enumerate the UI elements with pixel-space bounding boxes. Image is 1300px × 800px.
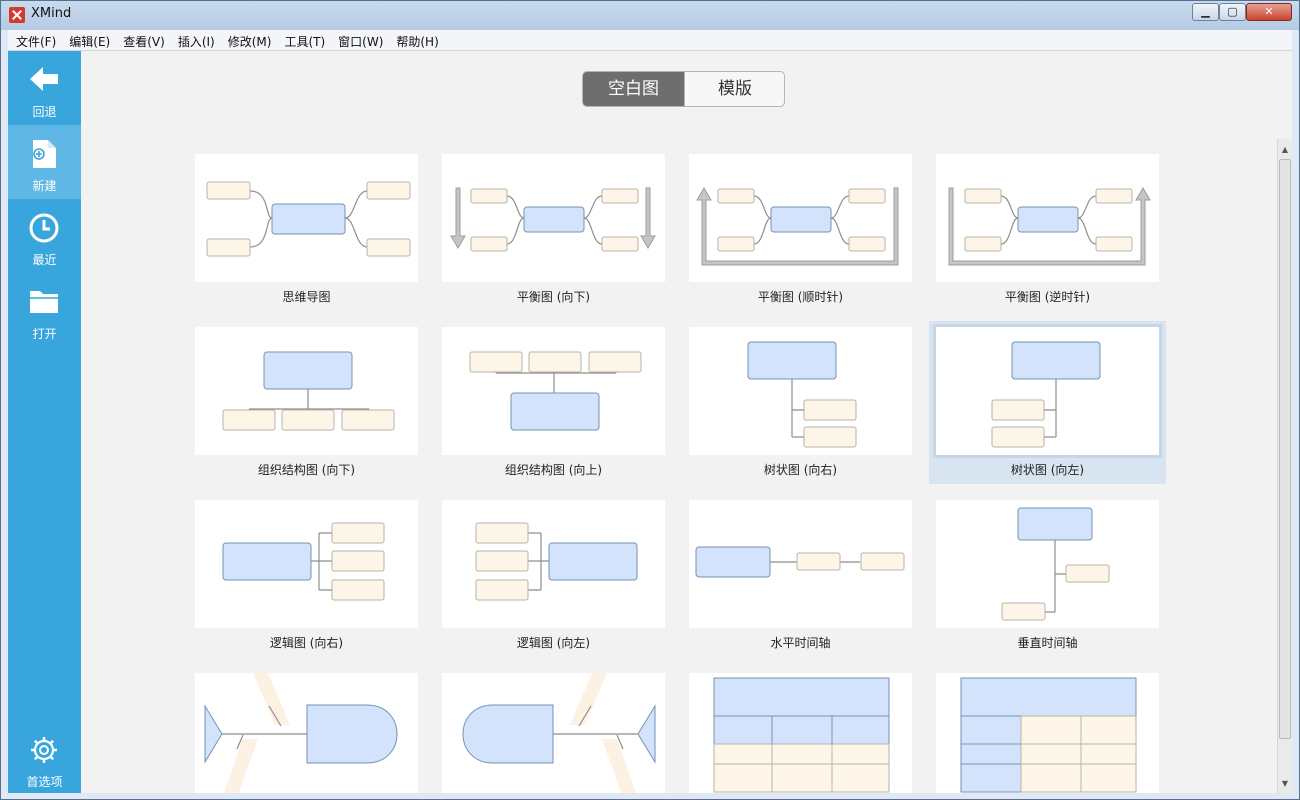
template-card-balance-cw[interactable]: 平衡图 (顺时针): [682, 148, 919, 311]
template-thumbnail: [442, 154, 665, 282]
template-thumbnail: [936, 673, 1159, 793]
menu-insert[interactable]: 插入(I): [170, 30, 220, 50]
template-card-logic-left[interactable]: 逻辑图 (向左): [435, 494, 672, 657]
template-card-org-up[interactable]: 组织结构图 (向上): [435, 321, 672, 484]
template-card-fishbone-right[interactable]: [188, 667, 425, 793]
template-label: 水平时间轴: [770, 636, 831, 650]
clock-icon: [29, 213, 59, 243]
menu-modify[interactable]: 修改(M): [220, 30, 277, 50]
template-label: 逻辑图 (向右): [269, 636, 344, 650]
template-preview-matrix-rows: [960, 677, 1137, 793]
template-preview-tree-right: [747, 341, 857, 448]
template-label: 垂直时间轴: [1017, 636, 1078, 650]
close-button[interactable]: ✕: [1246, 3, 1292, 21]
template-thumbnail: [689, 673, 912, 793]
menu-view[interactable]: 查看(V): [115, 30, 170, 50]
template-preview-timeline-h: [695, 546, 905, 578]
template-preview-matrix-columns: [713, 677, 890, 793]
template-card-balance-down[interactable]: 平衡图 (向下): [435, 148, 672, 311]
template-preview-fishbone-right: [204, 673, 398, 793]
sidebar-item-open[interactable]: 打开: [8, 273, 81, 347]
mode-switch: 空白图 模版: [582, 71, 785, 107]
scrollbar-thumb[interactable]: [1279, 159, 1291, 739]
template-label: 组织结构图 (向上): [504, 463, 603, 477]
sidebar-item-label: 打开: [32, 327, 57, 341]
template-card-balance-ccw[interactable]: 平衡图 (逆时针): [929, 148, 1166, 311]
menu-file[interactable]: 文件(F): [8, 30, 61, 50]
app-window: XMind ▁ ▢ ✕ 文件(F) 编辑(E) 查看(V) 插入(I) 修改(M) 工具(…: [0, 0, 1300, 800]
template-card-org-down[interactable]: 组织结构图 (向下): [188, 321, 425, 484]
scroll-up-icon[interactable]: ▲: [1280, 145, 1290, 154]
new-file-icon: [33, 140, 56, 168]
template-card-tree-right[interactable]: 树状图 (向右): [682, 321, 919, 484]
folder-icon: [30, 291, 58, 313]
template-thumbnail: [936, 500, 1159, 628]
template-preview-tree-left: [991, 341, 1101, 448]
template-thumbnail: [442, 327, 665, 455]
template-card-mindmap[interactable]: 思维导图: [188, 148, 425, 311]
sidebar: 回退 新建 最近 打开 首选项: [8, 51, 81, 793]
gear-icon: [31, 737, 57, 763]
template-preview-balance-down: [450, 187, 656, 252]
template-preview-mindmap: [206, 181, 411, 257]
template-thumbnail: [195, 327, 418, 455]
sidebar-item-recent[interactable]: 最近: [8, 199, 81, 273]
template-label: 树状图 (向右): [763, 463, 838, 477]
template-preview-balance-ccw: [948, 187, 1151, 266]
window-title: XMind: [31, 6, 72, 21]
tab-templates[interactable]: 模版: [684, 72, 784, 106]
template-thumbnail: [195, 500, 418, 628]
template-thumbnail: [936, 154, 1159, 282]
scroll-down-icon[interactable]: ▼: [1280, 779, 1290, 788]
template-label: 平衡图 (逆时针): [1004, 290, 1091, 304]
sidebar-item-label: 新建: [32, 179, 57, 193]
template-thumbnail: [195, 673, 418, 793]
menu-window[interactable]: 窗口(W): [330, 30, 388, 50]
back-arrow-icon: [30, 67, 58, 91]
template-card-matrix-rows[interactable]: [929, 667, 1166, 793]
template-label: 逻辑图 (向左): [516, 636, 591, 650]
template-card-matrix-columns[interactable]: [682, 667, 919, 793]
template-gallery: 空白图 模版 思维导图 平衡图 (向下) 平衡图 (顺时针) 平衡图 (逆时针) 组织结…: [81, 51, 1292, 793]
template-thumbnail: [689, 154, 912, 282]
menu-edit[interactable]: 编辑(E): [61, 30, 115, 50]
template-preview-balance-cw: [696, 187, 899, 266]
template-preview-logic-left: [475, 522, 638, 601]
menu-bar: 文件(F) 编辑(E) 查看(V) 插入(I) 修改(M) 工具(T) 窗口(W) 帮助(H): [8, 30, 1292, 51]
template-card-tree-left[interactable]: 树状图 (向左): [929, 321, 1166, 484]
template-card-logic-right[interactable]: 逻辑图 (向右): [188, 494, 425, 657]
template-label: 平衡图 (向下): [516, 290, 591, 304]
template-preview-logic-right: [222, 522, 385, 601]
maximize-button[interactable]: ▢: [1219, 3, 1246, 21]
title-bar[interactable]: XMind ▁ ▢ ✕: [1, 1, 1299, 30]
xmind-logo-icon: [9, 7, 25, 23]
tab-blank-map[interactable]: 空白图: [583, 72, 684, 106]
menu-help[interactable]: 帮助(H): [388, 30, 443, 50]
template-thumbnail: [442, 673, 665, 793]
template-label: 思维导图: [282, 290, 331, 304]
template-thumbnail: [195, 154, 418, 282]
template-card-timeline-v[interactable]: 垂直时间轴: [929, 494, 1166, 657]
sidebar-item-label: 最近: [32, 253, 57, 267]
template-label: 平衡图 (顺时针): [757, 290, 844, 304]
template-thumbnail: [933, 324, 1162, 458]
template-preview-timeline-v: [1001, 507, 1110, 621]
template-preview-fishbone-left: [462, 673, 656, 793]
sidebar-item-back[interactable]: 回退: [8, 51, 81, 125]
sidebar-item-preferences[interactable]: 首选项: [8, 721, 81, 795]
sidebar-item-label: 首选项: [26, 775, 63, 789]
template-thumbnail: [442, 500, 665, 628]
template-card-timeline-h[interactable]: 水平时间轴: [682, 494, 919, 657]
template-label: 组织结构图 (向下): [257, 463, 356, 477]
sidebar-item-new[interactable]: 新建: [8, 125, 81, 199]
sidebar-item-label: 回退: [32, 105, 57, 119]
template-card-fishbone-left[interactable]: [435, 667, 672, 793]
template-label: 树状图 (向左): [1010, 463, 1085, 477]
template-thumbnail: [689, 327, 912, 455]
template-thumbnail: [689, 500, 912, 628]
template-preview-org-up: [469, 351, 642, 431]
minimize-button[interactable]: ▁: [1192, 3, 1219, 21]
template-preview-org-down: [222, 351, 395, 431]
menu-tools[interactable]: 工具(T): [276, 30, 330, 50]
